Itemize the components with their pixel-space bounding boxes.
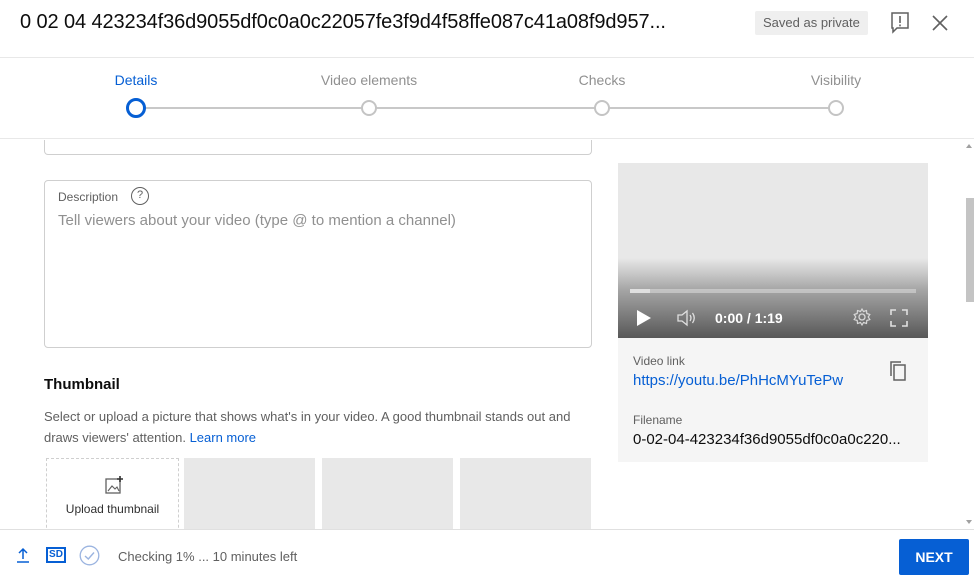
feedback-icon [891,12,909,34]
volume-button[interactable] [676,308,698,328]
thumbnail-option-1[interactable] [184,458,315,529]
description-label: Description [58,190,119,204]
video-link-label: Video link [633,354,685,368]
volume-icon [677,309,695,327]
upload-dialog: 0 02 04 423234f36d9055df0c0a0c22057fe3f9… [0,0,974,577]
play-icon [637,310,651,326]
dialog-title: 0 02 04 423234f36d9055df0c0a0c22057fe3f9… [20,11,666,33]
progress-stepper: Details Video elements Checks Visibility [0,57,974,139]
title-field[interactable] [44,140,592,155]
filename-label: Filename [633,413,683,427]
content-scrollbar[interactable] [963,140,974,529]
step-label-checks[interactable]: Checks [579,72,626,88]
dialog-header: 0 02 04 423234f36d9055df0c0a0c22057fe3f9… [0,0,974,48]
step-label-visibility[interactable]: Visibility [811,72,861,88]
thumbnail-option-2[interactable] [322,458,453,529]
upload-status-text: Checking 1% ... 10 minutes left [118,549,298,564]
description-field[interactable]: Description ? Tell viewers about your vi… [44,180,592,348]
close-icon [932,15,948,31]
stepper-track [136,107,836,109]
fullscreen-button[interactable] [889,308,909,328]
dialog-footer: SD Checking 1% ... 10 minutes left NEXT [0,529,974,577]
settings-button[interactable] [852,307,872,327]
thumbnail-option-3[interactable] [460,458,591,529]
upload-arrow-icon [17,547,29,563]
filename-value: 0-02-04-423234f36d9055df0c0a0c220... [633,431,901,448]
step-dot-visibility[interactable] [828,100,844,116]
video-link[interactable]: https://youtu.be/PhHcMYuTePw [633,372,843,389]
sd-quality-icon[interactable]: SD [46,547,66,563]
learn-more-link[interactable]: Learn more [190,430,256,445]
thumbnail-description-text: Select or upload a picture that shows wh… [44,409,571,445]
upload-thumbnail-label: Upload thumbnail [65,502,160,516]
step-label-details[interactable]: Details [115,72,158,88]
description-placeholder[interactable]: Tell viewers about your video (type @ to… [58,212,456,229]
step-dot-checks[interactable] [594,100,610,116]
upload-thumbnail-button[interactable]: Upload thumbnail [46,458,179,529]
step-dot-video-elements[interactable] [361,100,377,116]
details-content: Description ? Tell viewers about your vi… [0,140,974,529]
video-time-display: 0:00 / 1:19 [715,310,783,326]
checks-status-button[interactable] [79,545,100,566]
video-progress-bar[interactable] [630,289,916,293]
thumbnail-description: Select or upload a picture that shows wh… [44,406,604,448]
copy-link-button[interactable] [888,360,908,382]
upload-status-button[interactable] [16,547,30,563]
saved-status-badge: Saved as private [755,11,868,35]
next-button[interactable]: NEXT [899,539,969,575]
scroll-down-arrow[interactable] [966,520,972,524]
play-button[interactable] [636,309,652,327]
close-button[interactable] [928,11,952,35]
add-photo-icon [105,476,123,494]
video-controls-gradient [618,258,928,338]
video-progress-buffered [630,289,651,293]
copy-icon [890,361,906,381]
fullscreen-icon [890,309,908,327]
video-info-box: Video link https://youtu.be/PhHcMYuTePw … [618,338,928,462]
step-label-video-elements[interactable]: Video elements [321,72,417,88]
thumbnail-heading: Thumbnail [44,376,120,393]
help-icon[interactable]: ? [131,187,149,205]
scroll-thumb[interactable] [966,198,974,302]
feedback-button[interactable] [888,10,912,36]
step-dot-details[interactable] [126,98,146,118]
video-preview[interactable]: 0:00 / 1:19 [618,163,928,338]
gear-icon [853,307,871,327]
scroll-up-arrow[interactable] [966,144,972,148]
check-circle-icon [79,545,100,566]
